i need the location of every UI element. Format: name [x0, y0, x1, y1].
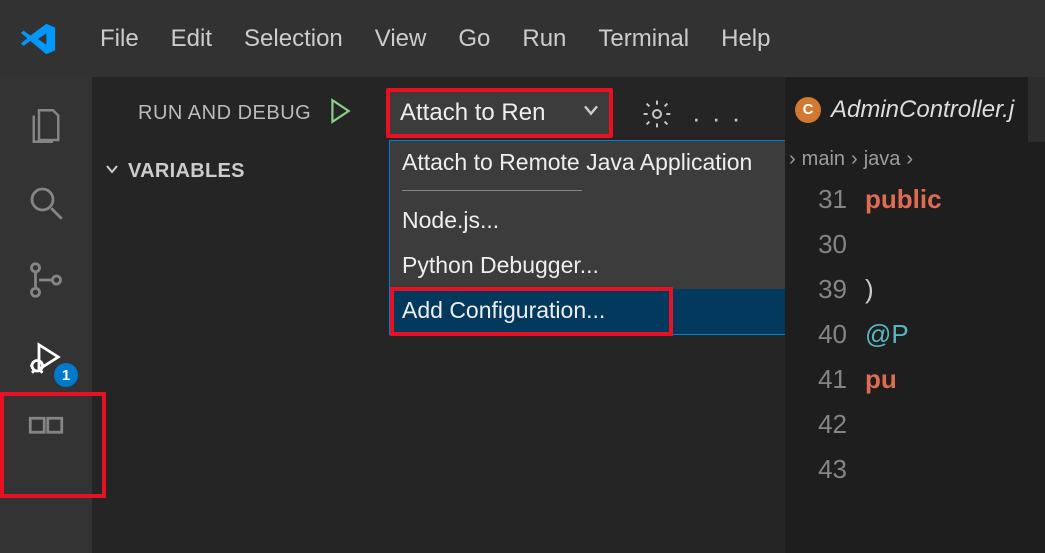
dropdown-item-nodejs[interactable]: Node.js... [390, 199, 828, 244]
annotation-box-run-icon [0, 392, 106, 498]
dropdown-separator [402, 190, 582, 191]
menu-run[interactable]: Run [506, 25, 582, 53]
activity-run-debug[interactable]: 1 [0, 318, 92, 395]
more-icon[interactable]: · · · [692, 103, 742, 134]
editor-tabs: C AdminController.j [785, 77, 1045, 142]
run-debug-badge: 1 [54, 363, 78, 387]
chevron-right-icon: › [851, 148, 858, 171]
run-debug-label: RUN AND DEBUG [104, 102, 311, 125]
code-lines: public ) @P pu [865, 177, 942, 492]
activity-source-control[interactable] [0, 241, 92, 318]
vscode-logo-icon [14, 15, 62, 63]
chevron-down-icon [579, 98, 603, 129]
debug-config-select[interactable]: Attach to Ren [386, 88, 613, 138]
run-debug-header: RUN AND DEBUG [92, 77, 387, 149]
debug-config-dropdown: Attach to Remote Java Application Node.j… [389, 140, 829, 335]
editor-tab-admincontroller[interactable]: C AdminController.j [785, 77, 1028, 142]
menu-view[interactable]: View [359, 25, 443, 53]
variables-section-header[interactable]: VARIABLES [92, 149, 387, 194]
language-badge-icon: C [795, 97, 821, 123]
menu-terminal[interactable]: Terminal [582, 25, 705, 53]
start-debug-button[interactable] [329, 98, 351, 129]
activity-search[interactable] [0, 164, 92, 241]
menu-bar: File Edit Selection View Go Run Terminal… [0, 0, 1045, 77]
breadcrumb-java[interactable]: java [864, 148, 901, 171]
chevron-down-icon [102, 159, 122, 185]
editor-area: C AdminController.j › main › java › 31 3… [785, 77, 1045, 553]
line-gutter: 31 30 39 40 41 42 43 [785, 177, 865, 492]
variables-section-title: VARIABLES [128, 160, 245, 183]
run-debug-panel: RUN AND DEBUG VARIABLES [92, 77, 387, 553]
dropdown-item-add-configuration[interactable]: Add Configuration... [390, 289, 828, 334]
activity-explorer[interactable] [0, 87, 92, 164]
dropdown-item-python-debugger[interactable]: Python Debugger... [390, 244, 828, 289]
chevron-right-icon: › [906, 148, 913, 171]
debug-config-selected-value: Attach to Ren [400, 99, 545, 127]
menu-help[interactable]: Help [705, 25, 786, 53]
chevron-right-icon: › [789, 148, 796, 171]
menu-go[interactable]: Go [442, 25, 506, 53]
menu-edit[interactable]: Edit [155, 25, 228, 53]
editor-tab-title: AdminController.j [831, 96, 1014, 124]
menu-selection[interactable]: Selection [228, 25, 359, 53]
menu-file[interactable]: File [84, 25, 155, 53]
breadcrumb[interactable]: › main › java › [785, 142, 1045, 177]
breadcrumb-main[interactable]: main [802, 148, 845, 171]
code-area[interactable]: 31 30 39 40 41 42 43 public ) @P pu [785, 177, 1045, 492]
gear-icon[interactable] [641, 98, 673, 135]
dropdown-item-attach-remote-java[interactable]: Attach to Remote Java Application [390, 141, 828, 186]
